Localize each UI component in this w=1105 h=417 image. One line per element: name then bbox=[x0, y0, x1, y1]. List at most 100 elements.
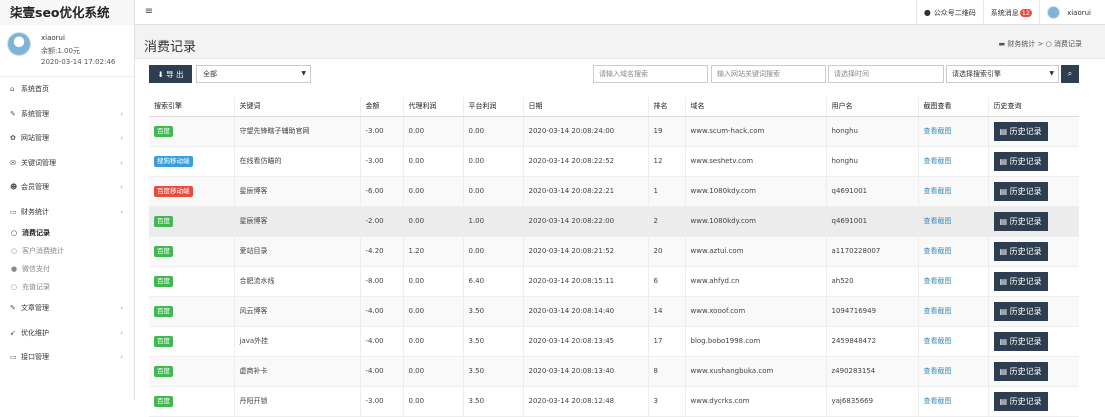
engine-tag: 百度 bbox=[154, 125, 173, 137]
sidebar-item-label: 网站管理 bbox=[21, 134, 49, 143]
view-screenshot-link[interactable]: 查看截图 bbox=[924, 127, 952, 135]
platform-cell: 1.00 bbox=[462, 206, 523, 237]
table-row: 百度移动端 星辰博客 -6.00 0.00 0.00 2020-03-14 20:08:2… bbox=[149, 176, 1079, 207]
menu-toggle-icon[interactable]: ≡ bbox=[143, 6, 155, 18]
agent-cell: 0.00 bbox=[402, 146, 463, 177]
screenshot-cell: 查看截图 bbox=[917, 326, 988, 357]
user-cell: z490283154 bbox=[825, 356, 918, 387]
history-button[interactable]: ▤ 历史记录 bbox=[993, 121, 1048, 141]
sidebar-subitem[interactable]: ○ 消费记录 bbox=[0, 224, 134, 242]
file-icon: ▤ bbox=[999, 306, 1010, 316]
qr-code-link[interactable]: ● 公众号二维码 bbox=[915, 0, 983, 25]
history-cell: ▤ 历史记录 bbox=[987, 386, 1079, 417]
screenshot-cell: 查看截图 bbox=[917, 176, 988, 207]
system-messages-link[interactable]: 系统消息 12 bbox=[982, 0, 1039, 25]
engine-tag: 百度 bbox=[154, 275, 173, 287]
view-screenshot-link[interactable]: 查看截图 bbox=[924, 247, 952, 255]
app-title[interactable]: 柒壹seo优化系统 bbox=[0, 0, 135, 25]
keyword-cell: 星辰博客 bbox=[233, 176, 360, 207]
history-button[interactable]: ▤ 历史记录 bbox=[993, 211, 1048, 231]
sidebar-item-wrench[interactable]: ✎ 系统管理 ‹ bbox=[0, 102, 134, 127]
export-button[interactable]: ⬇ 导 出 bbox=[149, 65, 192, 83]
main-content: 消费记录 ▬ 财务统计 > ○ 消费记录 ⬇ 导 出 全部 ▼ 请输入域名搜索 输… bbox=[135, 25, 1105, 417]
sidebar-item-label: 文章管理 bbox=[21, 304, 49, 313]
sidebar-item-comment[interactable]: ✉ 关键词管理 ‹ bbox=[0, 151, 134, 176]
sidebar-item-edit[interactable]: ✎ 文章管理 ‹ bbox=[0, 296, 134, 321]
engine-cell: 百度 bbox=[149, 266, 234, 297]
history-button-label: 历史记录 bbox=[1009, 396, 1042, 406]
view-screenshot-link[interactable]: 查看截图 bbox=[924, 397, 952, 405]
view-screenshot-link[interactable]: 查看截图 bbox=[924, 277, 952, 285]
time-picker-input[interactable]: 请选择时间 bbox=[828, 65, 944, 83]
user-cell: ah520 bbox=[825, 266, 918, 297]
breadcrumb-parent[interactable]: 财务统计 bbox=[1007, 40, 1035, 48]
sidebar-item-users[interactable]: ☻ 会员管理 ‹ bbox=[0, 175, 134, 200]
history-button[interactable]: ▤ 历史记录 bbox=[993, 151, 1048, 171]
card-icon: ▭ bbox=[10, 207, 17, 216]
engine-cell: 百度移动端 bbox=[149, 176, 234, 207]
wrench-icon: ✎ bbox=[10, 109, 16, 118]
table-row: 百度 风云博客 -4.00 0.00 3.50 2020-03-14 20:08:14:4… bbox=[149, 296, 1079, 327]
table-row: 百度 星辰博客 -2.00 0.00 1.00 2020-03-14 20:08:22:0… bbox=[149, 206, 1079, 237]
table-row: 百度 守望先锋瞎子辅助官网 -3.00 0.00 0.00 2020-03-14 20:0… bbox=[149, 116, 1079, 147]
date-cell: 2020-03-14 20:08:22:21 bbox=[522, 176, 648, 207]
sidebar: xiaorui 余额:1.00元 2020-03-14 17:02:46 ⌂ 系统… bbox=[0, 25, 135, 400]
column-header: 搜索引擎 bbox=[149, 97, 234, 117]
breadcrumb-separator: > bbox=[1037, 40, 1044, 48]
view-screenshot-link[interactable]: 查看截图 bbox=[924, 337, 952, 345]
history-button[interactable]: ▤ 历史记录 bbox=[993, 301, 1048, 321]
domain-search-input[interactable]: 请输入域名搜索 bbox=[593, 65, 708, 83]
page-header: 消费记录 ▬ 财务统计 > ○ 消费记录 bbox=[135, 25, 1105, 59]
view-screenshot-link[interactable]: 查看截图 bbox=[924, 307, 952, 315]
page-title: 消费记录 bbox=[144, 40, 197, 55]
keyword-search-input[interactable]: 输入网站关键词搜索 bbox=[711, 65, 826, 83]
user-cell: q4691001 bbox=[825, 176, 918, 207]
sidebar-item-gear[interactable]: ✿ 网站管理 ‹ bbox=[0, 126, 134, 151]
caret-down-icon: ▼ bbox=[301, 70, 306, 77]
user-login-time: 2020-03-14 17:02:46 bbox=[41, 58, 116, 66]
amount-cell: -4.00 bbox=[359, 356, 403, 387]
sidebar-subitem[interactable]: ● 微信支付 bbox=[0, 260, 134, 278]
rank-cell: 6 bbox=[647, 266, 685, 297]
engine-select-placeholder: 请选择搜索引擎 bbox=[952, 70, 1001, 78]
history-cell: ▤ 历史记录 bbox=[987, 296, 1079, 327]
view-screenshot-link[interactable]: 查看截图 bbox=[924, 187, 952, 195]
sidebar-subitem[interactable]: ○ 客户消费统计 bbox=[0, 242, 134, 260]
date-cell: 2020-03-14 20:08:22:52 bbox=[522, 146, 648, 177]
user-cell: a1170228007 bbox=[825, 236, 918, 267]
platform-cell: 3.50 bbox=[462, 296, 523, 327]
message-count-badge: 12 bbox=[1019, 8, 1033, 17]
sidebar-item-home[interactable]: ⌂ 系统首页 bbox=[0, 77, 134, 102]
breadcrumb-icon: ▬ bbox=[998, 40, 1008, 48]
history-button[interactable]: ▤ 历史记录 bbox=[993, 241, 1048, 261]
history-button-label: 历史记录 bbox=[1009, 126, 1042, 136]
user-cell: yaj6835669 bbox=[825, 386, 918, 417]
sidebar-item-rocket[interactable]: ➹ 优化维护 ‹ bbox=[0, 321, 134, 346]
agent-cell: 0.00 bbox=[402, 116, 463, 147]
sidebar-item-card[interactable]: ▭ 财务统计 ‹ bbox=[0, 200, 134, 225]
user-name: xiaorui bbox=[41, 34, 65, 42]
history-button[interactable]: ▤ 历史记录 bbox=[993, 391, 1048, 411]
wechat-icon: ● bbox=[923, 8, 931, 17]
engine-tag: 搜狗移动端 bbox=[154, 155, 193, 167]
history-button[interactable]: ▤ 历史记录 bbox=[993, 361, 1048, 381]
history-button[interactable]: ▤ 历史记录 bbox=[993, 181, 1048, 201]
engine-select[interactable]: 请选择搜索引擎 ▼ bbox=[946, 65, 1059, 83]
platform-cell: 0.00 bbox=[462, 146, 523, 177]
comment-icon: ✉ bbox=[10, 158, 16, 167]
view-screenshot-link[interactable]: 查看截图 bbox=[924, 367, 952, 375]
rank-cell: 17 bbox=[647, 326, 685, 357]
search-button[interactable]: ⌕ bbox=[1061, 65, 1079, 83]
user-menu[interactable]: xiaorui bbox=[1039, 0, 1105, 25]
platform-cell: 3.50 bbox=[462, 386, 523, 417]
sidebar-item-card[interactable]: ▭ 接口管理 ‹ bbox=[0, 345, 134, 370]
keyword-cell: 虚商补卡 bbox=[233, 356, 360, 387]
filter-select[interactable]: 全部 ▼ bbox=[196, 65, 311, 83]
history-button[interactable]: ▤ 历史记录 bbox=[993, 331, 1048, 351]
view-screenshot-link[interactable]: 查看截图 bbox=[924, 157, 952, 165]
sidebar-subitem[interactable]: ○ 充值记录 bbox=[0, 278, 134, 296]
history-button[interactable]: ▤ 历史记录 bbox=[993, 271, 1048, 291]
view-screenshot-link[interactable]: 查看截图 bbox=[924, 217, 952, 225]
domain-cell: www.1080kdy.com bbox=[684, 176, 826, 207]
platform-cell: 0.00 bbox=[462, 176, 523, 207]
